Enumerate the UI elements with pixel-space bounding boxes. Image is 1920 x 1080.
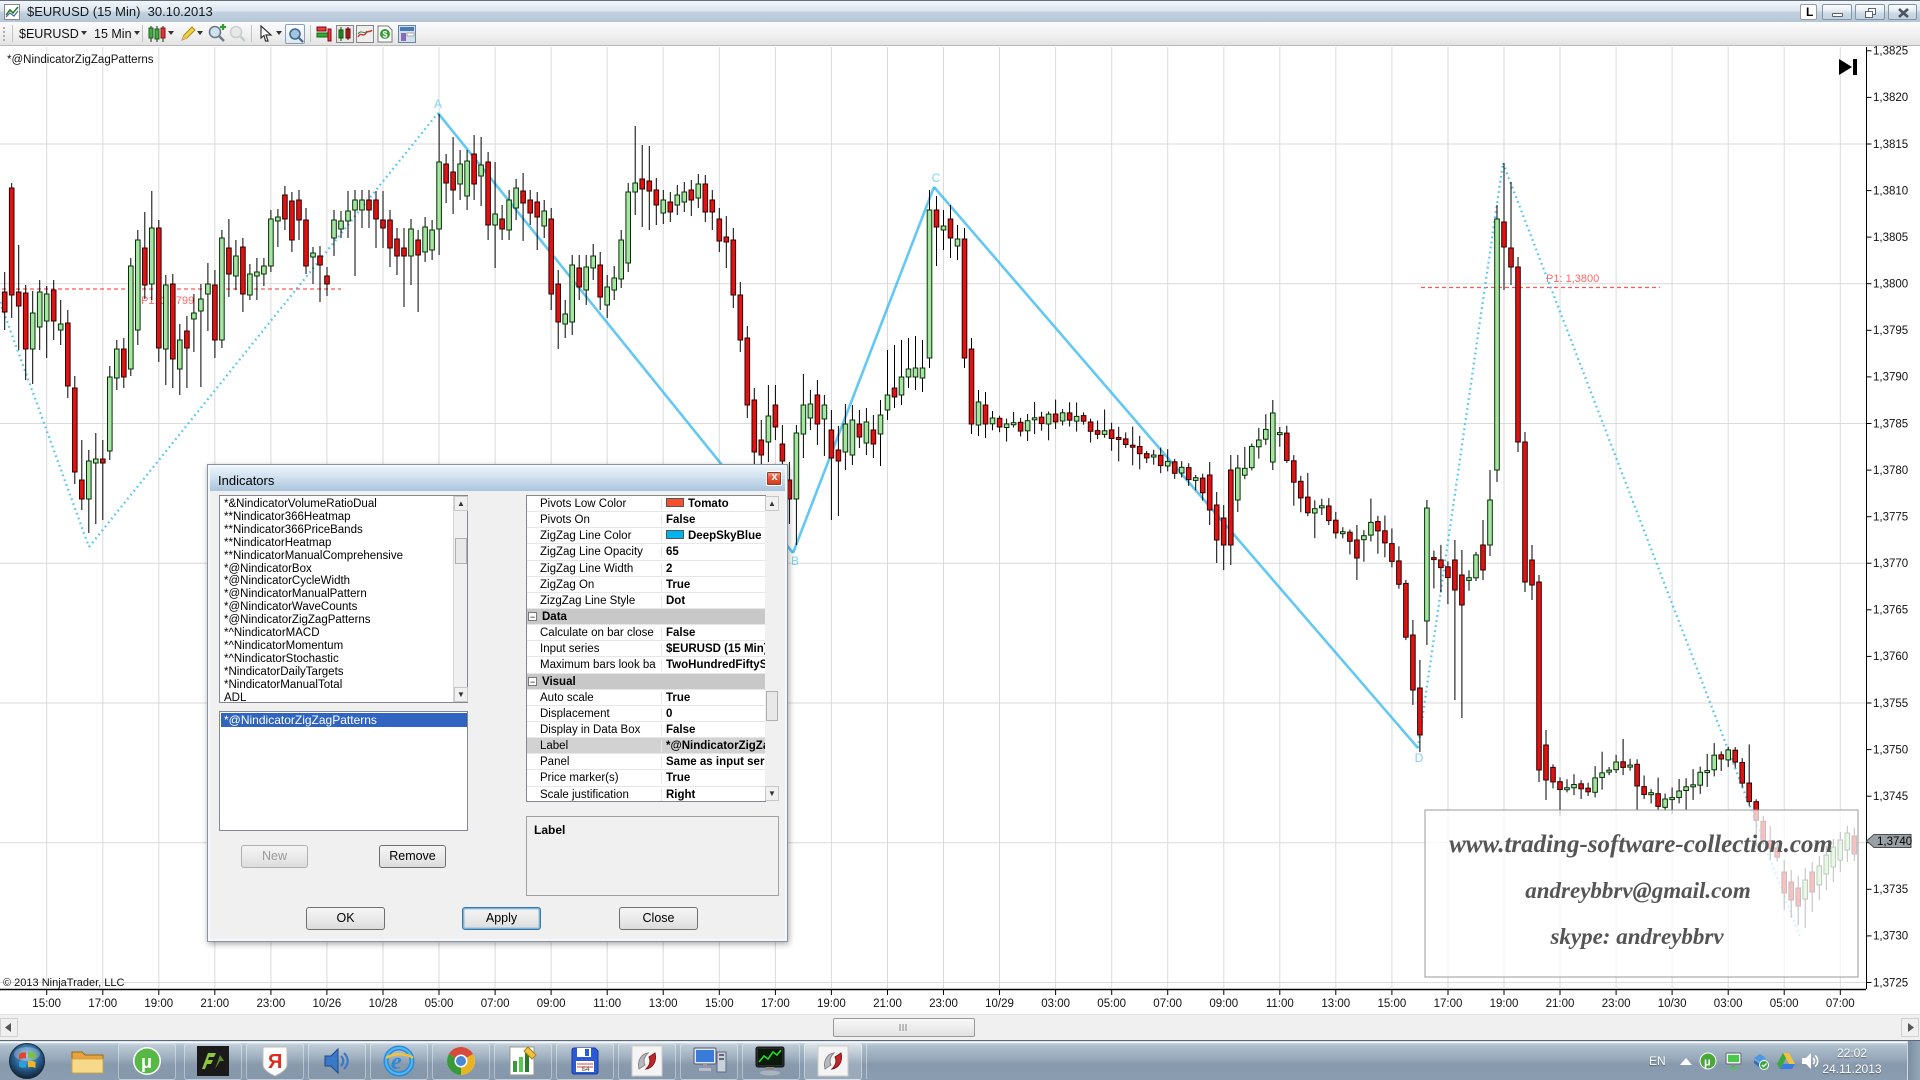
svg-text:A: A [434,97,442,111]
svg-text:03:00: 03:00 [1041,998,1070,1010]
svg-text:21:00: 21:00 [1546,998,1575,1010]
svg-text:1,3815: 1,3815 [1873,139,1908,151]
svg-text:1,3770: 1,3770 [1873,558,1908,570]
svg-text:10/28: 10/28 [369,998,398,1010]
svg-text:1,3730: 1,3730 [1873,931,1908,943]
svg-text:19:00: 19:00 [1490,998,1519,1010]
svg-text:21:00: 21:00 [873,998,902,1010]
svg-text:D: D [1415,751,1424,765]
svg-text:1,3825: 1,3825 [1873,46,1908,58]
svg-text:$: $ [383,30,388,40]
svg-text:07:00: 07:00 [1153,998,1182,1010]
svg-text:1,3745: 1,3745 [1873,791,1908,803]
svg-text:03:00: 03:00 [1714,998,1743,1010]
svg-text:17:00: 17:00 [1434,998,1463,1010]
svg-text:P1: 1,3800: P1: 1,3800 [1546,273,1599,285]
svg-text:C: C [932,171,941,185]
svg-text:15:00: 15:00 [705,998,734,1010]
svg-text:10/26: 10/26 [313,998,342,1010]
svg-text:13:00: 13:00 [1321,998,1350,1010]
svg-text:© 2013 NinjaTrader, LLC: © 2013 NinjaTrader, LLC [3,977,124,989]
svg-text:www.trading-software-collectio: www.trading-software-collection.com [1449,831,1833,858]
svg-text:1,3775: 1,3775 [1873,512,1908,524]
svg-text:μ: μ [141,1052,152,1072]
svg-text:07:00: 07:00 [1826,998,1855,1010]
svg-text:1,3735: 1,3735 [1873,884,1908,896]
svg-text:10/29: 10/29 [985,998,1014,1010]
svg-text:17:00: 17:00 [761,998,790,1010]
svg-text:1,3755: 1,3755 [1873,698,1908,710]
svg-text:11:00: 11:00 [1266,998,1294,1010]
svg-text:Б4: Б4 [582,1067,590,1073]
svg-text:1,3765: 1,3765 [1873,605,1908,617]
svg-text:05:00: 05:00 [425,998,454,1010]
svg-text:15:00: 15:00 [1378,998,1407,1010]
svg-text:13:00: 13:00 [649,998,678,1010]
svg-text:19:00: 19:00 [817,998,846,1010]
svg-text:05:00: 05:00 [1770,998,1799,1010]
svg-text:andreybbrv@gmail.com: andreybbrv@gmail.com [1525,878,1750,903]
svg-text:*@NindicatorZigZagPatterns: *@NindicatorZigZagPatterns [7,54,154,66]
svg-text:1,3750: 1,3750 [1873,744,1908,756]
svg-text:1,3820: 1,3820 [1873,92,1908,104]
svg-text:09:00: 09:00 [1209,998,1238,1010]
svg-text:15:00: 15:00 [32,998,61,1010]
svg-text:1,3800: 1,3800 [1873,279,1908,291]
svg-text:11:00: 11:00 [593,998,621,1010]
svg-text:10/30: 10/30 [1658,998,1687,1010]
svg-text:17:00: 17:00 [88,998,117,1010]
svg-text:skype: andreybbrv: skype: andreybbrv [1549,924,1724,949]
svg-text:1,3725: 1,3725 [1873,977,1908,989]
svg-text:1,3785: 1,3785 [1873,418,1908,430]
svg-text:1,3740: 1,3740 [1877,836,1912,848]
svg-text:B: B [791,554,799,568]
svg-text:19:00: 19:00 [144,998,173,1010]
svg-text:05:00: 05:00 [1097,998,1126,1010]
svg-text:23:00: 23:00 [1602,998,1631,1010]
svg-text:Я: Я [268,1051,282,1073]
svg-text:23:00: 23:00 [929,998,958,1010]
svg-text:μ: μ [1704,1057,1711,1069]
svg-text:1,3760: 1,3760 [1873,651,1908,663]
svg-text:09:00: 09:00 [537,998,566,1010]
svg-text:21:00: 21:00 [200,998,229,1010]
svg-text:1,3790: 1,3790 [1873,372,1908,384]
svg-text:e: e [391,1049,402,1075]
svg-text:1,3780: 1,3780 [1873,465,1908,477]
svg-text:07:00: 07:00 [481,998,510,1010]
svg-text:23:00: 23:00 [257,998,286,1010]
svg-text:1,3795: 1,3795 [1873,325,1908,337]
svg-text:1,3805: 1,3805 [1873,232,1908,244]
svg-text:1,3810: 1,3810 [1873,185,1908,197]
